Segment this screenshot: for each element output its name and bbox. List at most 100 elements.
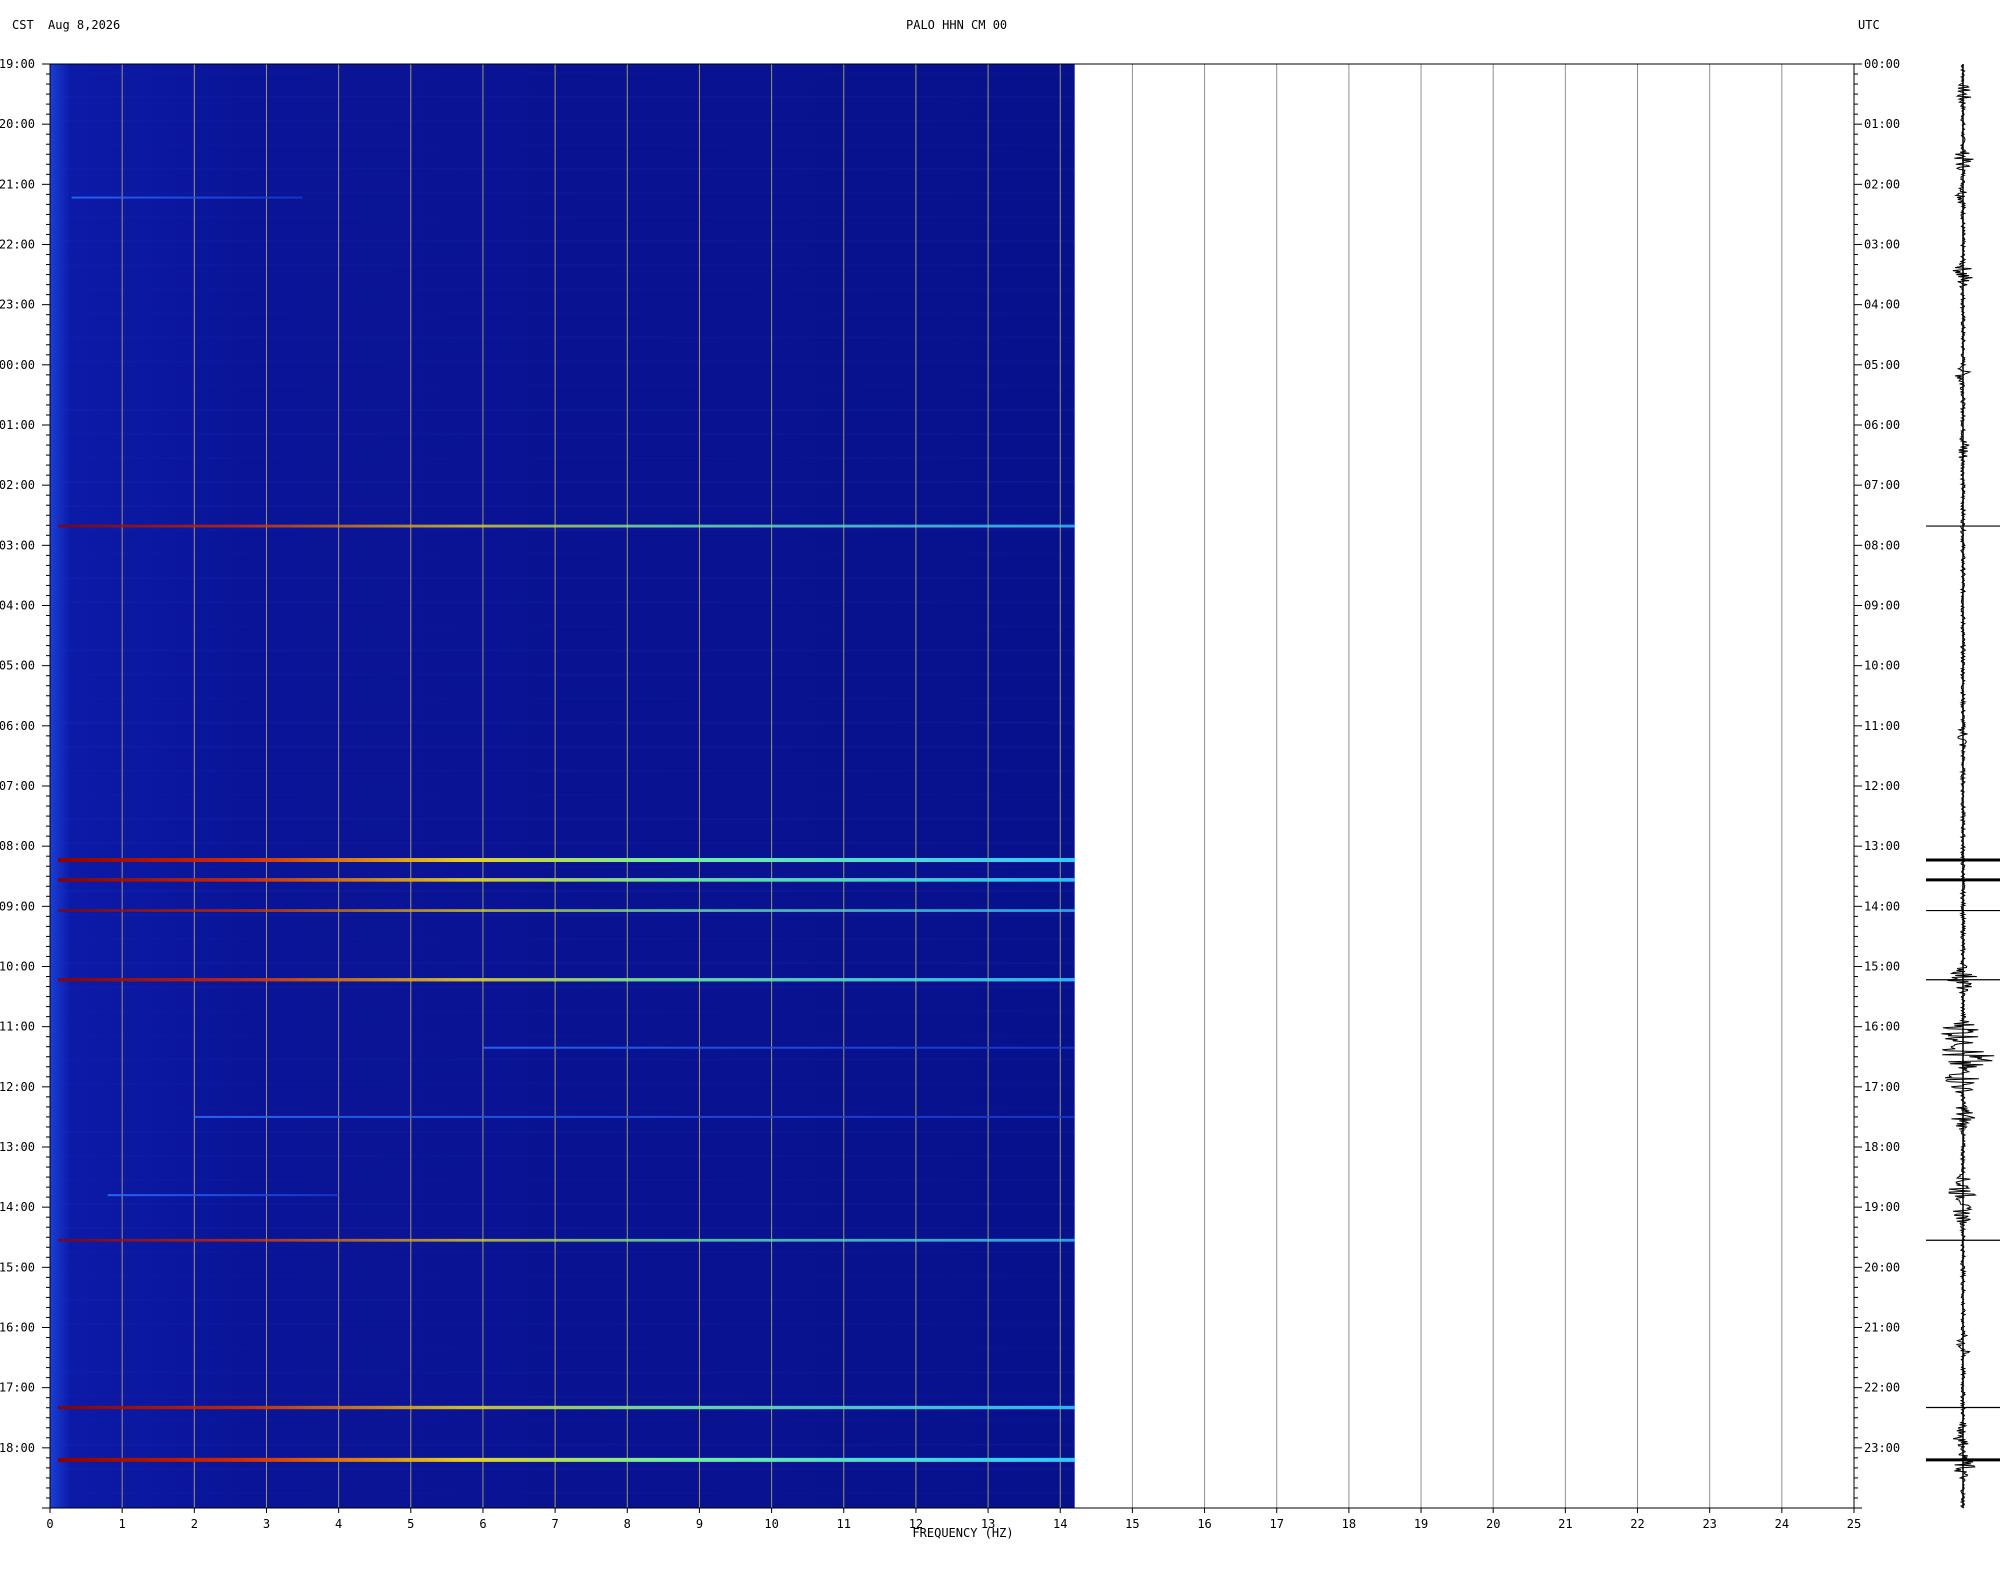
x-tick-label: 0 bbox=[46, 1517, 53, 1531]
noise-band bbox=[60, 456, 1075, 459]
left-time-label: 01:00 bbox=[0, 418, 35, 432]
right-time-label: 08:00 bbox=[1864, 538, 1900, 552]
noise-band bbox=[60, 95, 1075, 98]
noise-band bbox=[60, 1202, 1075, 1205]
noise-band bbox=[60, 408, 1075, 411]
noise-band bbox=[60, 144, 1075, 147]
left-time-label: 11:00 bbox=[0, 1020, 35, 1034]
right-time-label: 13:00 bbox=[1864, 839, 1900, 853]
spectrogram-page: CST Aug 8,2026 PALO HHN CM 00 UTC 0 1 2 … bbox=[0, 0, 2002, 1584]
noise-band bbox=[60, 986, 1075, 989]
right-time-label: 11:00 bbox=[1864, 719, 1900, 733]
x-tick-label: 23 bbox=[1702, 1517, 1716, 1531]
noise-band bbox=[60, 697, 1075, 700]
noise-band bbox=[60, 1154, 1075, 1157]
noise-band bbox=[60, 721, 1075, 724]
event-line bbox=[58, 909, 1075, 912]
x-tick-label: 4 bbox=[335, 1517, 342, 1531]
right-time-label: 03:00 bbox=[1864, 238, 1900, 252]
left-time-label: 12:00 bbox=[0, 1080, 35, 1094]
right-time-label: 10:00 bbox=[1864, 659, 1900, 673]
left-time-label: 23:00 bbox=[0, 298, 35, 312]
noise-band bbox=[60, 240, 1075, 243]
noise-band bbox=[60, 312, 1075, 315]
noise-band bbox=[60, 480, 1075, 483]
left-time-label: 13:00 bbox=[0, 1140, 35, 1154]
noise-band bbox=[60, 529, 1075, 532]
noise-band bbox=[60, 1347, 1075, 1350]
event-line bbox=[58, 1457, 1075, 1462]
x-tick-label: 5 bbox=[407, 1517, 414, 1531]
right-time-label: 15:00 bbox=[1864, 960, 1900, 974]
faint-streak bbox=[107, 1194, 339, 1197]
noise-band bbox=[60, 601, 1075, 604]
left-time-label: 22:00 bbox=[0, 238, 35, 252]
right-time-label: 22:00 bbox=[1864, 1381, 1900, 1395]
right-time-label: 07:00 bbox=[1864, 478, 1900, 492]
right-time-label: 23:00 bbox=[1864, 1441, 1900, 1455]
noise-band bbox=[60, 625, 1075, 628]
right-time-label: 19:00 bbox=[1864, 1200, 1900, 1214]
noise-band bbox=[60, 1299, 1075, 1302]
x-tick-label: 22 bbox=[1630, 1517, 1644, 1531]
x-tick-label: 7 bbox=[552, 1517, 559, 1531]
left-time-label: 15:00 bbox=[0, 1260, 35, 1274]
noise-band bbox=[60, 769, 1075, 772]
right-time-label: 21:00 bbox=[1864, 1321, 1900, 1335]
noise-band bbox=[60, 793, 1075, 796]
x-tick-label: 17 bbox=[1269, 1517, 1283, 1531]
seismogram-trace bbox=[1941, 63, 1995, 1509]
left-time-label: 21:00 bbox=[0, 177, 35, 191]
x-tick-label: 6 bbox=[479, 1517, 486, 1531]
noise-band bbox=[60, 577, 1075, 580]
x-tick-label: 11 bbox=[837, 1517, 851, 1531]
noise-band bbox=[60, 1491, 1075, 1494]
left-time-label: 09:00 bbox=[0, 899, 35, 913]
x-tick-label: 21 bbox=[1558, 1517, 1572, 1531]
left-time-label: 14:00 bbox=[0, 1200, 35, 1214]
noise-band bbox=[60, 1251, 1075, 1254]
noise-band bbox=[60, 890, 1075, 893]
left-time-label: 20:00 bbox=[0, 117, 35, 131]
noise-band bbox=[60, 1395, 1075, 1398]
noise-band bbox=[60, 336, 1075, 339]
event-line bbox=[58, 858, 1075, 863]
right-time-label: 20:00 bbox=[1864, 1260, 1900, 1274]
right-time-label: 16:00 bbox=[1864, 1020, 1900, 1034]
x-tick-label: 19 bbox=[1414, 1517, 1428, 1531]
noise-band bbox=[60, 1443, 1075, 1446]
noise-band bbox=[60, 384, 1075, 387]
x-tick-label: 24 bbox=[1775, 1517, 1789, 1531]
noise-band bbox=[60, 745, 1075, 748]
right-time-label: 01:00 bbox=[1864, 117, 1900, 131]
left-time-label: 03:00 bbox=[0, 538, 35, 552]
right-time-label: 06:00 bbox=[1864, 418, 1900, 432]
event-line bbox=[58, 524, 1075, 528]
x-tick-label: 9 bbox=[696, 1517, 703, 1531]
x-tick-label: 18 bbox=[1342, 1517, 1356, 1531]
faint-streak bbox=[71, 196, 303, 199]
noise-band bbox=[60, 649, 1075, 652]
left-time-label: 05:00 bbox=[0, 659, 35, 673]
spectrogram-background bbox=[50, 64, 1075, 1508]
left-time-label: 00:00 bbox=[0, 358, 35, 372]
noise-band bbox=[60, 673, 1075, 676]
right-time-label: 05:00 bbox=[1864, 358, 1900, 372]
right-time-label: 09:00 bbox=[1864, 599, 1900, 613]
noise-band bbox=[60, 1010, 1075, 1013]
x-tick-label: 20 bbox=[1486, 1517, 1500, 1531]
noise-band bbox=[60, 1130, 1075, 1133]
faint-streak bbox=[482, 1046, 1075, 1049]
x-tick-label: 15 bbox=[1125, 1517, 1139, 1531]
spectrogram-chart: 0 1 2 3 4 5 6 7 8 9 10 11 12 13 14 15 16 17 18 19 20 21 22 23 24… bbox=[0, 57, 2000, 1540]
right-time-label: 02:00 bbox=[1864, 177, 1900, 191]
right-time-label: 18:00 bbox=[1864, 1140, 1900, 1154]
noise-band bbox=[60, 1371, 1075, 1374]
noise-band bbox=[60, 216, 1075, 219]
right-time-label: 12:00 bbox=[1864, 779, 1900, 793]
noise-band bbox=[60, 938, 1075, 941]
noise-band bbox=[60, 1082, 1075, 1085]
left-time-label: 04:00 bbox=[0, 599, 35, 613]
noise-band bbox=[60, 1323, 1075, 1326]
noise-band bbox=[60, 1034, 1075, 1037]
